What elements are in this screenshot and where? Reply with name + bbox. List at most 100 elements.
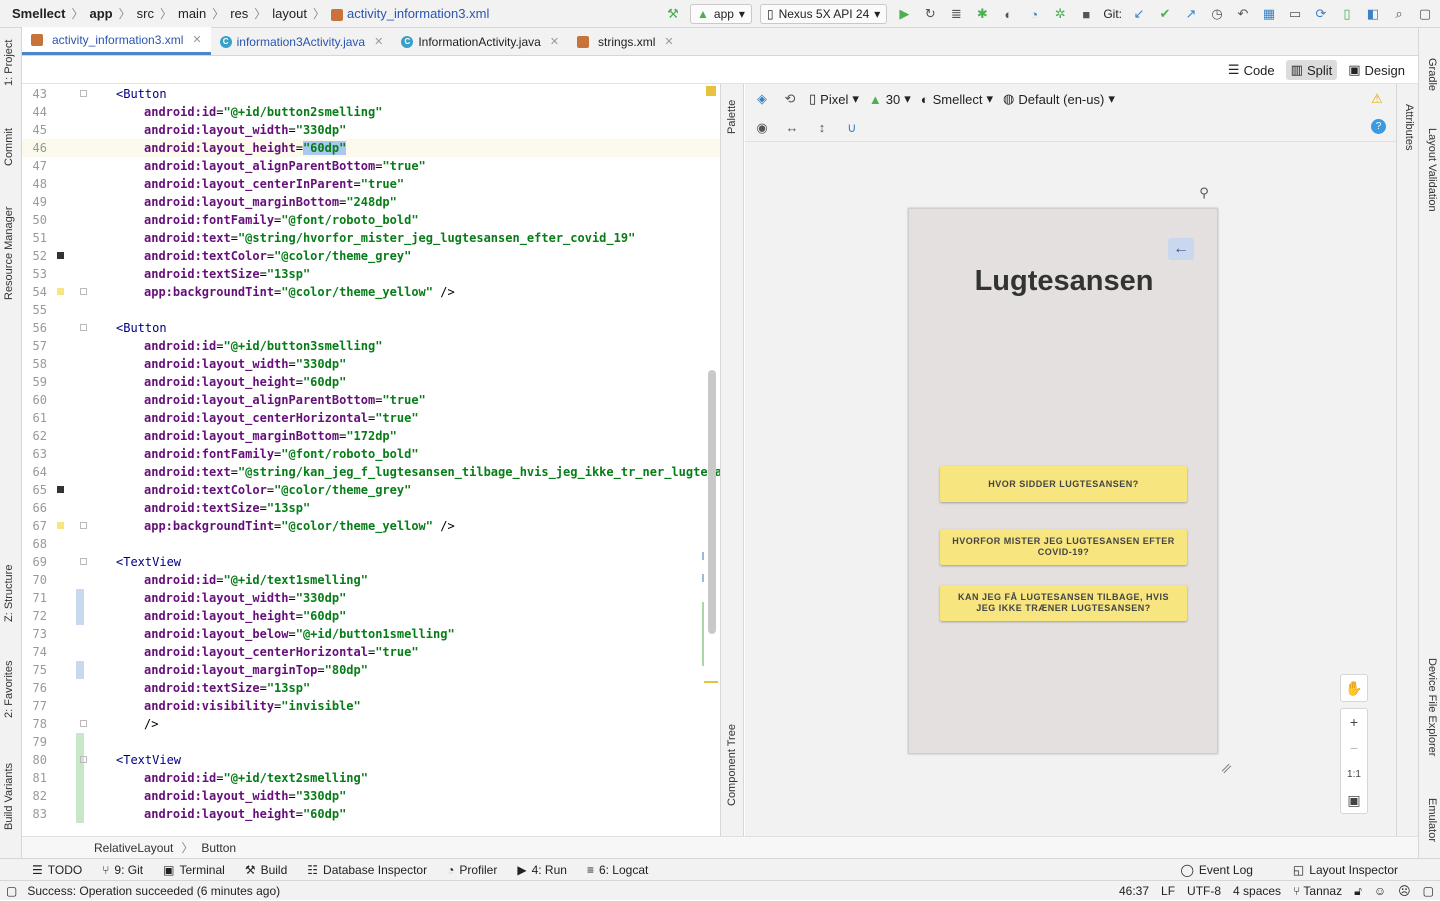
- breadcrumb-main[interactable]: main: [178, 6, 206, 21]
- palette-tool-button[interactable]: Palette: [726, 100, 738, 134]
- code-line[interactable]: 72 android:layout_height="60dp": [22, 607, 720, 625]
- device-preview[interactable]: ← Lugtesansen HVOR SIDDER LUGTESANSEN? H…: [908, 208, 1218, 754]
- commit-tool-button[interactable]: Commit: [3, 128, 15, 166]
- run-icon[interactable]: ▶: [895, 5, 913, 23]
- device-manager-icon[interactable]: ◧: [1364, 5, 1382, 23]
- fold-icon[interactable]: [80, 324, 87, 331]
- zoom-out-icon[interactable]: −: [1341, 735, 1367, 761]
- code-line[interactable]: 74 android:layout_centerHorizontal="true": [22, 643, 720, 661]
- magnet-icon[interactable]: ∪: [843, 119, 861, 137]
- path-item-button[interactable]: Button: [201, 841, 236, 855]
- vcs-change-marker[interactable]: [76, 607, 84, 625]
- code-line[interactable]: 61 android:layout_centerHorizontal="true": [22, 409, 720, 427]
- vertical-constraint-icon[interactable]: ↕: [813, 119, 831, 137]
- breadcrumb-project[interactable]: Smellect: [12, 6, 65, 21]
- vcs-change-marker[interactable]: [76, 589, 84, 607]
- event-log-tool-button[interactable]: ◯ Event Log: [1170, 863, 1262, 877]
- git-update-icon[interactable]: ↙: [1130, 5, 1148, 23]
- device-select[interactable]: ▯ Nexus 5X API 24 ▾: [759, 4, 888, 24]
- favorites-tool-button[interactable]: 2: Favorites: [3, 661, 15, 718]
- git-branch-widget[interactable]: ⑂ Tannaz: [1293, 884, 1342, 898]
- close-icon[interactable]: ✕: [550, 35, 559, 48]
- code-line[interactable]: 76 android:textSize="13sp": [22, 679, 720, 697]
- design-view-button[interactable]: ▣ Design: [1343, 60, 1410, 80]
- preview-button-1[interactable]: HVOR SIDDER LUGTESANSEN?: [940, 466, 1187, 502]
- wrench-icon[interactable]: ⚲: [1195, 184, 1213, 202]
- project-structure-icon[interactable]: ▦: [1260, 5, 1278, 23]
- profile-icon[interactable]: ◔: [1025, 5, 1043, 23]
- breadcrumb-file[interactable]: activity_information3.xml: [331, 6, 489, 21]
- code-line[interactable]: 51 android:text="@string/hvorfor_mister_j…: [22, 229, 720, 247]
- code-line[interactable]: 64 android:text="@string/kan_jeg_f_lugtes…: [22, 463, 720, 481]
- logcat-tool-button[interactable]: ≡ 6: Logcat: [577, 863, 658, 877]
- device-preview-select[interactable]: ▯ Pixel ▾: [809, 91, 859, 107]
- eye-icon[interactable]: ◉: [753, 119, 771, 137]
- breadcrumb-layout[interactable]: layout: [272, 6, 307, 21]
- account-icon[interactable]: ▢: [1416, 5, 1434, 23]
- code-line[interactable]: 80 <TextView: [22, 751, 720, 769]
- editor-scrollbar[interactable]: [708, 370, 716, 634]
- code-line[interactable]: 69 <TextView: [22, 553, 720, 571]
- vcs-change-marker[interactable]: [76, 661, 84, 679]
- code-line[interactable]: 46 android:layout_height="60dp": [22, 139, 720, 157]
- layout-inspector-tool-button[interactable]: ◱ Layout Inspector: [1283, 863, 1408, 877]
- code-line[interactable]: 65 android:textColor="@color/theme_grey": [22, 481, 720, 499]
- fold-icon[interactable]: [80, 720, 87, 727]
- zoom-in-icon[interactable]: +: [1341, 709, 1367, 735]
- vcs-change-marker[interactable]: [76, 769, 84, 787]
- code-line[interactable]: 77 android:visibility="invisible": [22, 697, 720, 715]
- code-line[interactable]: 47 android:layout_alignParentBottom="true…: [22, 157, 720, 175]
- status-window-icon[interactable]: ▢: [6, 884, 17, 898]
- code-line[interactable]: 63 android:fontFamily="@font/roboto_bold": [22, 445, 720, 463]
- code-view-button[interactable]: ☰ Code: [1223, 60, 1280, 80]
- structure-tool-button[interactable]: Z: Structure: [3, 565, 15, 622]
- locale-select[interactable]: ◍ Default (en-us) ▾: [1003, 91, 1115, 107]
- lock-icon[interactable]: 🔓︎: [1354, 884, 1362, 899]
- code-line[interactable]: 75 android:layout_marginTop="80dp": [22, 661, 720, 679]
- emulator-tool-button[interactable]: Emulator: [1426, 798, 1438, 842]
- gradle-tool-button[interactable]: Gradle: [1426, 58, 1438, 91]
- rollback-icon[interactable]: ↶: [1234, 5, 1252, 23]
- code-line[interactable]: 73 android:layout_below="@+id/button1smel…: [22, 625, 720, 643]
- file-encoding[interactable]: UTF-8: [1187, 884, 1221, 898]
- code-line[interactable]: 62 android:layout_marginBottom="172dp": [22, 427, 720, 445]
- history-icon[interactable]: ◷: [1208, 5, 1226, 23]
- device-file-explorer-tool-button[interactable]: Device File Explorer: [1426, 658, 1438, 756]
- fold-icon[interactable]: [80, 90, 87, 97]
- build-tool-button[interactable]: ⚒ Build: [235, 863, 297, 877]
- attributes-tool-button[interactable]: Attributes: [1403, 104, 1415, 150]
- git-commit-icon[interactable]: ✔: [1156, 5, 1174, 23]
- tab-activity-information3[interactable]: activity_information3.xml ✕: [22, 27, 211, 55]
- code-line[interactable]: 54 app:backgroundTint="@color/theme_yello…: [22, 283, 720, 301]
- avd-manager-icon[interactable]: ▯: [1338, 5, 1356, 23]
- code-line[interactable]: 81 android:id="@+id/text2smelling": [22, 769, 720, 787]
- color-swatch-icon[interactable]: [57, 486, 64, 493]
- terminal-tool-button[interactable]: ▣ Terminal: [153, 863, 235, 877]
- code-line[interactable]: 83 android:layout_height="60dp": [22, 805, 720, 823]
- fold-icon[interactable]: [80, 756, 87, 763]
- close-icon[interactable]: ✕: [664, 35, 673, 48]
- vcs-change-marker[interactable]: [76, 733, 84, 751]
- indent-setting[interactable]: 4 spaces: [1233, 884, 1281, 898]
- layout-validation-tool-button[interactable]: Layout Validation: [1426, 128, 1438, 212]
- help-icon[interactable]: ?: [1371, 119, 1386, 134]
- happy-face-icon[interactable]: ☺: [1374, 884, 1386, 898]
- code-line[interactable]: 50 android:fontFamily="@font/roboto_bold": [22, 211, 720, 229]
- code-line[interactable]: 66 android:textSize="13sp": [22, 499, 720, 517]
- coverage-icon[interactable]: ◐: [999, 5, 1017, 23]
- project-tool-button[interactable]: 1: Project: [3, 40, 15, 86]
- code-editor[interactable]: 43 <Button 44 android:id="@+id/button2smell…: [22, 84, 720, 836]
- close-icon[interactable]: ✕: [192, 33, 201, 46]
- hand-icon[interactable]: ✋: [1341, 675, 1367, 701]
- zoom-actual-size-button[interactable]: 1:1: [1341, 761, 1367, 787]
- back-arrow-icon[interactable]: ←: [1168, 238, 1194, 260]
- horizontal-constraint-icon[interactable]: ↔: [783, 119, 801, 137]
- fold-icon[interactable]: [80, 522, 87, 529]
- code-line[interactable]: 71 android:layout_width="330dp": [22, 589, 720, 607]
- warning-marker-icon[interactable]: [706, 86, 716, 96]
- breadcrumb-src[interactable]: src: [137, 6, 154, 21]
- account-icon[interactable]: ▢: [1423, 884, 1434, 898]
- orientation-icon[interactable]: ⟲: [781, 90, 799, 108]
- apply-code-changes-icon[interactable]: ≣: [947, 5, 965, 23]
- attach-debugger-icon[interactable]: ✲: [1051, 5, 1069, 23]
